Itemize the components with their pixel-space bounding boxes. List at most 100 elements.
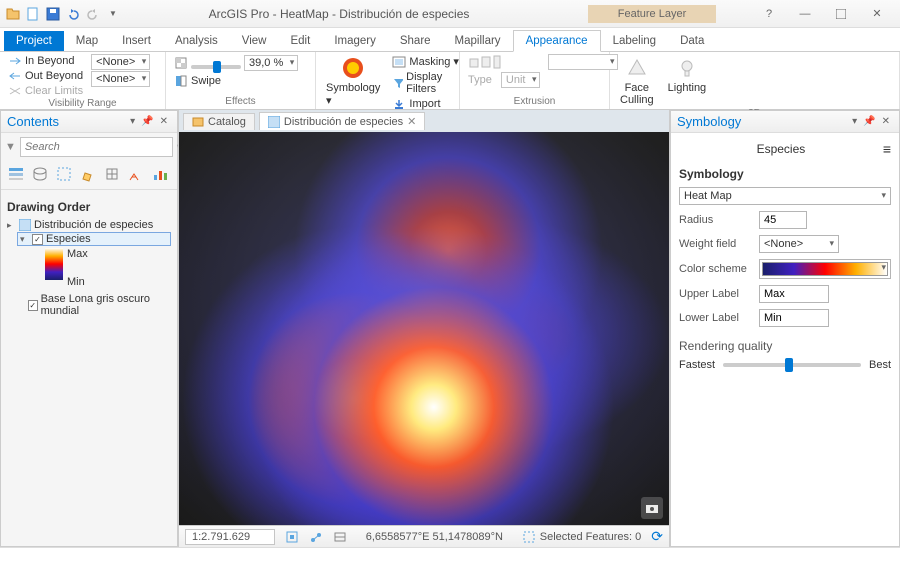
toc-view-tabs xyxy=(1,161,177,190)
rendering-quality-header: Rendering quality xyxy=(679,339,891,353)
import-button[interactable]: Import xyxy=(390,97,461,111)
list-by-editing-icon[interactable] xyxy=(79,165,99,185)
map-icon xyxy=(19,219,31,231)
snapshot-icon[interactable] xyxy=(641,497,663,519)
radius-input[interactable] xyxy=(759,211,807,229)
st-icon-1[interactable] xyxy=(285,530,299,544)
menu-icon[interactable]: ≡ xyxy=(883,141,891,157)
best-label: Best xyxy=(869,359,891,371)
filter-icon[interactable]: ▼ xyxy=(5,141,16,153)
help-button[interactable]: ? xyxy=(752,4,786,24)
contents-title: Contents xyxy=(7,114,127,129)
rendering-quality-slider[interactable] xyxy=(723,363,861,367)
list-by-drawing-icon[interactable] xyxy=(7,165,27,185)
tab-analysis[interactable]: Analysis xyxy=(163,31,230,51)
extrusion-field-combo[interactable] xyxy=(548,54,618,70)
extrusion-unit-combo[interactable]: Unit xyxy=(501,72,541,88)
tab-edit[interactable]: Edit xyxy=(278,31,322,51)
tab-map[interactable]: Map xyxy=(64,31,110,51)
swipe-button[interactable]: Swipe xyxy=(172,73,300,89)
lower-label-label: Lower Label xyxy=(679,312,751,324)
maximize-button[interactable] xyxy=(824,4,858,24)
transparency-value[interactable]: 39,0 % xyxy=(244,55,298,71)
list-by-snapping-icon[interactable] xyxy=(103,165,123,185)
type-label: Type xyxy=(468,74,492,86)
upper-label-input[interactable] xyxy=(759,285,829,303)
context-tab-area: Feature Layer xyxy=(552,5,752,23)
tab-insert[interactable]: Insert xyxy=(110,31,163,51)
transparency-slider[interactable] xyxy=(191,65,241,69)
tab-labeling[interactable]: Labeling xyxy=(601,31,668,51)
color-scheme-combo[interactable] xyxy=(759,259,891,279)
tab-data[interactable]: Data xyxy=(668,31,716,51)
close-button[interactable]: ✕ xyxy=(860,4,894,24)
tab-project[interactable]: Project xyxy=(4,31,64,51)
pin-icon[interactable]: 📌 xyxy=(138,116,156,127)
new-icon[interactable] xyxy=(24,5,42,23)
dropdown-icon[interactable]: ▾ xyxy=(127,116,138,127)
display-filters-button[interactable]: Display Filters xyxy=(390,70,461,96)
footer xyxy=(0,547,900,563)
tab-share[interactable]: Share xyxy=(388,31,443,51)
out-beyond-combo[interactable]: <None> xyxy=(91,71,150,87)
clear-limits-label: Clear Limits xyxy=(25,85,83,97)
symbology-button[interactable]: Symbology ▾ xyxy=(322,54,384,111)
out-beyond-button[interactable]: Out Beyond xyxy=(6,69,85,83)
layer-checkbox[interactable]: ✓ xyxy=(32,234,43,245)
masking-button[interactable]: Masking ▾ xyxy=(390,54,461,69)
quick-access-toolbar: ▼ xyxy=(0,5,126,23)
tab-appearance[interactable]: Appearance xyxy=(513,30,601,52)
color-ramp-swatch xyxy=(762,262,888,276)
catalog-tab[interactable]: Catalog xyxy=(183,113,255,130)
selected-features-label[interactable]: Selected Features: 0 xyxy=(522,530,642,544)
qat-dropdown-icon[interactable]: ▼ xyxy=(104,5,122,23)
layer-especies[interactable]: ▾ ✓ Especies xyxy=(17,232,171,246)
search-input[interactable] xyxy=(20,137,173,157)
layer-basemap[interactable]: ✓ Base Lona gris oscuro mundial xyxy=(17,292,171,318)
open-icon[interactable] xyxy=(4,5,22,23)
map-tabs: Catalog Distribución de especies✕ xyxy=(179,110,669,132)
clear-limits-button[interactable]: Clear Limits xyxy=(6,84,85,98)
map-canvas[interactable] xyxy=(179,132,669,525)
pin-icon[interactable]: 📌 xyxy=(860,116,878,127)
lower-label-input[interactable] xyxy=(759,309,829,327)
renderer-combo[interactable]: Heat Map xyxy=(679,187,891,205)
redo-icon[interactable] xyxy=(84,5,102,23)
tab-imagery[interactable]: Imagery xyxy=(322,31,388,51)
st-icon-2[interactable] xyxy=(309,530,323,544)
in-beyond-label: In Beyond xyxy=(25,55,75,67)
undo-icon[interactable] xyxy=(64,5,82,23)
close-icon[interactable]: ✕ xyxy=(879,116,893,127)
map-frame-row[interactable]: ▸ Distribución de especies xyxy=(7,218,171,232)
dropdown-icon[interactable]: ▾ xyxy=(849,116,860,127)
in-beyond-button[interactable]: In Beyond xyxy=(6,54,85,68)
tab-view[interactable]: View xyxy=(230,31,279,51)
map-status-bar: 1:2.791.629 6,6558577°E 51,1478089°N Sel… xyxy=(179,525,669,547)
in-beyond-combo[interactable]: <None> xyxy=(91,54,150,70)
scale-combo[interactable]: 1:2.791.629 xyxy=(185,529,275,545)
heatmap-swatch xyxy=(45,248,63,280)
layer-checkbox[interactable]: ✓ xyxy=(28,300,38,311)
save-icon[interactable] xyxy=(44,5,62,23)
extrusion-icon-row xyxy=(466,54,542,70)
close-icon[interactable]: ✕ xyxy=(157,116,171,127)
close-tab-icon[interactable]: ✕ xyxy=(407,115,416,128)
minimize-button[interactable]: — xyxy=(788,4,822,24)
list-by-selection-icon[interactable] xyxy=(55,165,75,185)
map-tab-active[interactable]: Distribución de especies✕ xyxy=(259,112,425,130)
weight-field-combo[interactable]: <None> xyxy=(759,235,839,253)
lighting-button[interactable]: Lighting xyxy=(664,54,711,108)
toc-body: Drawing Order ▸ Distribución de especies… xyxy=(1,190,177,324)
list-by-labeling-icon[interactable] xyxy=(127,165,147,185)
tab-mapillary[interactable]: Mapillary xyxy=(443,31,513,51)
window-title: ArcGIS Pro - HeatMap - Distribución de e… xyxy=(126,7,552,21)
st-icon-3[interactable] xyxy=(333,530,347,544)
list-by-source-icon[interactable] xyxy=(31,165,51,185)
display-filters-label: Display Filters xyxy=(406,71,459,95)
map-view-area: Catalog Distribución de especies✕ 1:2.79… xyxy=(178,110,670,547)
weight-field-label: Weight field xyxy=(679,238,751,250)
transparency-slider-row: 39,0 % xyxy=(172,54,300,72)
refresh-icon[interactable]: ⟳ xyxy=(651,528,663,545)
list-by-chart-icon[interactable] xyxy=(151,165,171,185)
face-culling-button[interactable]: Face Culling xyxy=(616,54,658,108)
